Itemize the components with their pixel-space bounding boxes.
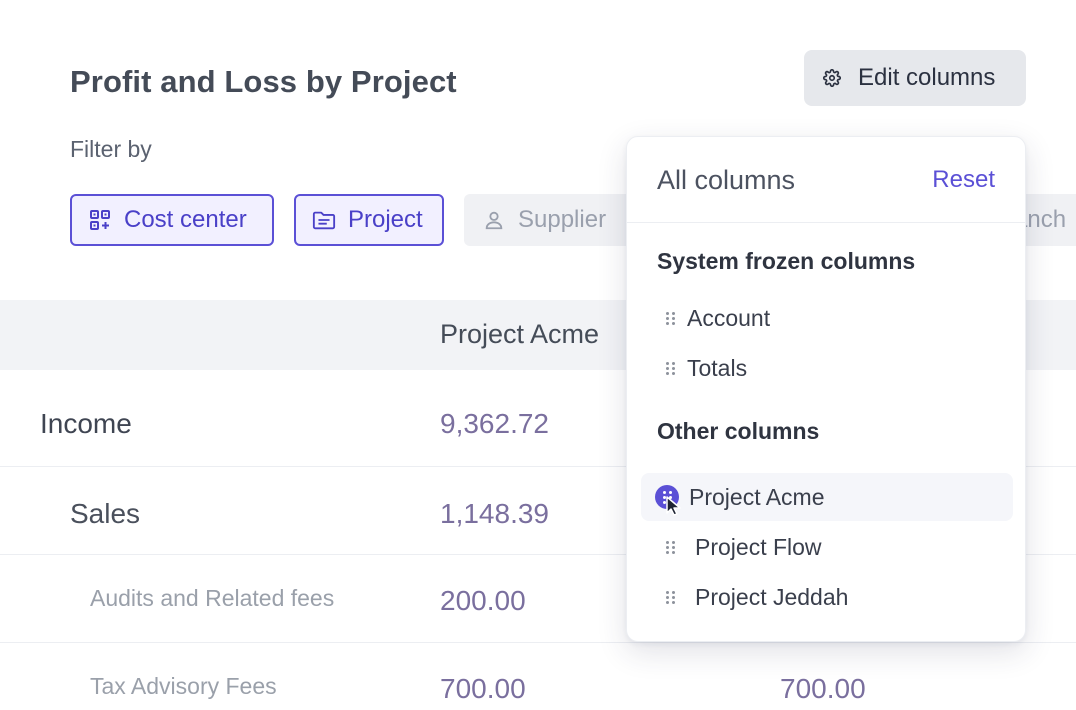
row-value[interactable]: 700.00: [440, 673, 526, 705]
panel-title: All columns: [657, 165, 796, 195]
row-value[interactable]: 9,362.72: [440, 408, 549, 440]
row-label: Sales: [70, 498, 141, 529]
drag-handle-icon: [655, 361, 685, 375]
row-value[interactable]: 700.00: [780, 673, 866, 705]
other-section-title: Other columns: [657, 418, 820, 444]
mouse-cursor-icon: [666, 496, 681, 516]
chip-label: Cost center: [124, 206, 247, 233]
row-value[interactable]: 1,148.39: [440, 498, 549, 530]
filter-by-label: Filter by: [70, 136, 152, 162]
gear-icon: [822, 68, 842, 88]
edit-columns-label: Edit columns: [858, 64, 996, 91]
column-item-totals: Totals: [641, 344, 1013, 392]
person-icon: [482, 208, 506, 232]
row-label: Income: [40, 408, 132, 439]
edit-columns-button[interactable]: Edit columns: [804, 50, 1026, 106]
frozen-section-title: System frozen columns: [657, 248, 916, 274]
chip-label: Supplier: [518, 206, 607, 233]
column-item-label: Project Acme: [689, 483, 825, 510]
drag-handle-icon[interactable]: [649, 485, 685, 516]
page-title: Profit and Loss by Project: [70, 64, 457, 99]
column-item-project-flow[interactable]: Project Flow: [641, 523, 1013, 571]
cost-center-icon: [88, 208, 112, 232]
column-item-project-jeddah[interactable]: Project Jeddah: [641, 573, 1013, 621]
column-item-label: Totals: [687, 354, 748, 381]
row-value[interactable]: 200.00: [440, 585, 526, 617]
table-row[interactable]: Tax Advisory Fees 700.00 700.00: [0, 643, 1076, 710]
panel-header: All columns Reset: [627, 137, 1025, 223]
column-item-label: Project Flow: [695, 533, 822, 560]
drag-handle-icon[interactable]: [655, 540, 685, 554]
page: Profit and Loss by Project Edit columns …: [0, 0, 1076, 710]
column-item-label: Account: [687, 304, 771, 331]
chip-project[interactable]: Project: [294, 194, 444, 246]
column-item-label: Project Jeddah: [695, 583, 849, 610]
row-label: Tax Advisory Fees: [90, 673, 277, 699]
column-item-account: Account: [641, 294, 1013, 342]
column-header[interactable]: Project Acme: [440, 319, 599, 350]
drag-handle-icon: [655, 311, 685, 325]
folder-icon: [312, 208, 336, 232]
drag-handle-icon[interactable]: [655, 590, 685, 604]
chip-label: Project: [348, 206, 423, 233]
chip-cost-center[interactable]: Cost center: [70, 194, 274, 246]
row-label: Audits and Related fees: [90, 585, 335, 611]
reset-link[interactable]: Reset: [932, 166, 995, 194]
column-item-project-acme[interactable]: Project Acme: [641, 473, 1013, 521]
columns-panel: All columns Reset System frozen columns …: [626, 136, 1026, 642]
chip-supplier[interactable]: Supplier: [464, 194, 634, 246]
